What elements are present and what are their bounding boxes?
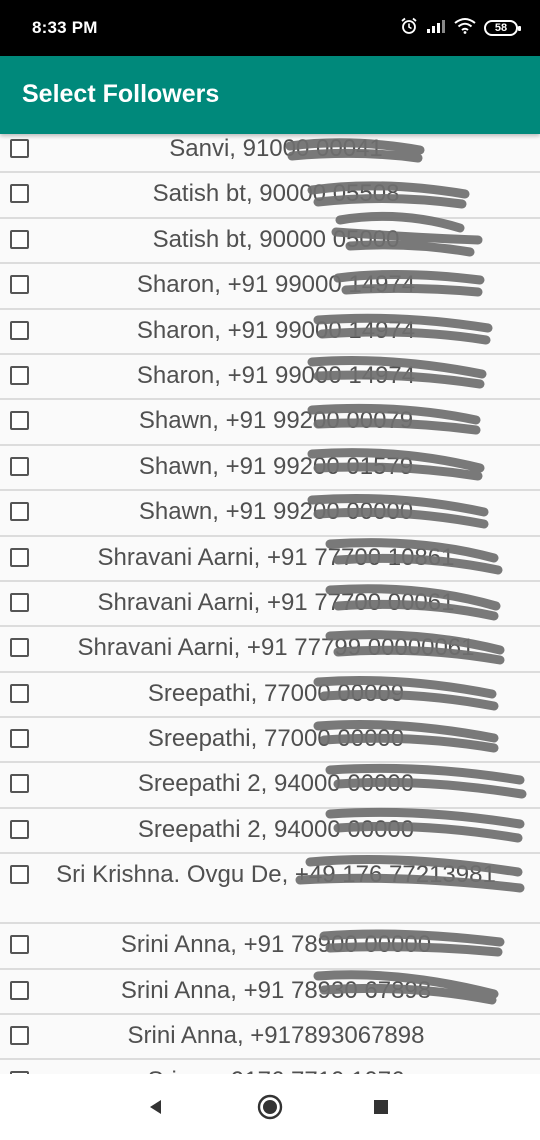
contact-label: Shawn, +91 99200 01579 [138, 452, 414, 480]
list-item[interactable]: Srini Anna, +91 78930 67898 [0, 970, 540, 1016]
contact-label: Sreepathi, 77000 00009 [147, 679, 405, 707]
follower-checkbox[interactable] [10, 275, 29, 295]
follower-checkbox[interactable] [10, 547, 29, 567]
contact-label: Sreepathi 2, 94000 00000 [137, 770, 415, 798]
contact-label: Shravani Aarni, +91 77700 00061 [97, 588, 455, 616]
back-icon[interactable] [142, 1094, 168, 1120]
list-item[interactable]: Shravani Aarni, +91 77799 00000061 [0, 627, 540, 673]
contact-label: Shravani Aarni, +91 77700 10861 [97, 543, 455, 571]
list-item[interactable]: Sharon, +91 99000 14974 [0, 264, 540, 310]
list-item[interactable]: Sreepathi, 77000 00000 [0, 718, 540, 764]
follower-checkbox[interactable] [10, 229, 29, 249]
list-item[interactable]: Sreepathi, 77000 00009 [0, 673, 540, 719]
contact-label: Satish bt, 90000 05508 [152, 180, 400, 208]
list-item[interactable]: Sri Krishna. Ovgu De, +49 176 77213981 [0, 854, 540, 925]
page-title: Select Followers [22, 80, 220, 108]
list-item[interactable]: Sreepathi 2, 94000 00000 [0, 763, 540, 809]
list-item[interactable]: Sharon, +91 99000 14974 [0, 310, 540, 355]
status-icons: 58 [400, 17, 521, 40]
contact-label: Shawn, +91 99200 00000 [138, 498, 414, 526]
contact-label: Shawn, +91 99200 00079 [138, 407, 414, 435]
follower-checkbox[interactable] [10, 139, 29, 158]
follower-checkbox[interactable] [10, 365, 29, 385]
home-icon[interactable] [257, 1094, 283, 1120]
follower-checkbox[interactable] [10, 729, 29, 749]
list-item[interactable]: Srini Anna, +917893067898 [0, 1015, 540, 1061]
list-item[interactable]: Shawn, +91 99200 01579 [0, 446, 540, 492]
follower-checkbox[interactable] [10, 502, 29, 522]
follower-checkbox[interactable] [10, 320, 29, 340]
alarm-icon [400, 17, 418, 40]
contact-label: Srinu, +9176 7710 1076 [0, 1060, 540, 1074]
follower-checkbox[interactable] [10, 638, 29, 658]
signal-icon [426, 18, 446, 39]
follower-checkbox[interactable] [10, 774, 29, 794]
contact-label: Satish bt, 90000 05000 [152, 225, 400, 253]
status-time: 8:33 PM [32, 18, 98, 37]
list-item[interactable]: Shravani Aarni, +91 77700 00061 [0, 582, 540, 628]
battery-icon: 58 [484, 20, 521, 36]
contact-label: Sreepathi 2, 94000 00000 [137, 815, 415, 843]
navigation-bar [0, 1074, 540, 1140]
list-item[interactable]: Sreepathi 2, 94000 00000 [0, 809, 540, 855]
follower-checkbox[interactable] [10, 456, 29, 476]
contact-label: Srini Anna, +917893067898 [127, 1022, 425, 1050]
battery-level: 58 [494, 22, 508, 34]
recents-icon[interactable] [368, 1094, 394, 1120]
follower-checkbox[interactable] [10, 865, 29, 885]
contact-label: Sri Krishna. Ovgu De, +49 176 77213981 [56, 861, 496, 889]
list-item[interactable]: Shawn, +91 99200 00079 [0, 400, 540, 446]
contact-label: Sharon, +91 99000 14974 [136, 271, 416, 299]
follower-checkbox[interactable] [10, 683, 29, 703]
follower-checkbox[interactable] [10, 411, 29, 431]
follower-checkbox[interactable] [10, 1026, 29, 1046]
list-item[interactable]: Srinu, +9176 7710 1076 [0, 1060, 540, 1074]
follower-checkbox[interactable] [10, 819, 29, 839]
contact-label: Shravani Aarni, +91 77799 00000061 [77, 634, 475, 662]
followers-list[interactable]: Sanvi, 91000 00041 Satish bt, 90000 0550… [0, 128, 540, 1074]
follower-checkbox[interactable] [10, 935, 29, 955]
follower-checkbox[interactable] [10, 592, 29, 612]
contact-label: Sharon, +91 99000 14974 [136, 316, 416, 344]
contact-label: Sharon, +91 99000 14974 [136, 361, 416, 389]
wifi-icon [454, 17, 476, 39]
list-item[interactable]: Shawn, +91 99200 00000 [0, 491, 540, 537]
list-item[interactable]: Shravani Aarni, +91 77700 10861 [0, 537, 540, 582]
contact-label: Srini Anna, +91 78930 67898 [120, 976, 432, 1004]
list-item[interactable]: Sanvi, 91000 00041 [0, 128, 540, 174]
contact-label: Sreepathi, 77000 00000 [147, 725, 405, 753]
app-bar: Select Followers [0, 56, 540, 134]
follower-checkbox[interactable] [10, 980, 29, 1000]
contact-label: Srini Anna, +91 78900 00000 [120, 931, 432, 959]
list-item[interactable]: Srini Anna, +91 78900 00000 [0, 924, 540, 970]
list-item[interactable]: Satish bt, 90000 05508 [0, 173, 540, 219]
list-item[interactable]: Satish bt, 90000 05000 [0, 219, 540, 265]
list-item[interactable]: Sharon, +91 99000 14974 [0, 355, 540, 401]
follower-checkbox[interactable] [10, 184, 29, 204]
status-bar: 8:33 PM 58 [0, 0, 540, 56]
